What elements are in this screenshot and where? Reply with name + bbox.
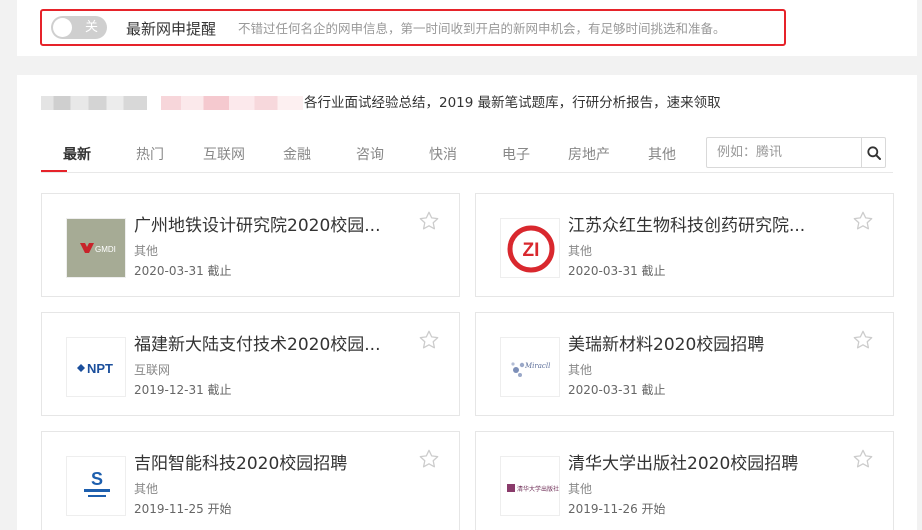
svg-text:NPT: NPT xyxy=(87,361,113,376)
company-card[interactable]: Miracll 美瑞新材料2020校园招聘 其他 2020-03-31 截止 xyxy=(475,312,894,416)
tab-real-estate[interactable]: 房地产 xyxy=(568,145,610,165)
search-input[interactable] xyxy=(707,138,861,167)
card-date: 2020-03-31 截止 xyxy=(134,264,232,278)
company-logo: ZI xyxy=(500,218,560,278)
tab-internet[interactable]: 互联网 xyxy=(203,145,245,165)
svg-text:清华大学出版社: 清华大学出版社 xyxy=(517,485,559,493)
zi-logo: ZI xyxy=(507,225,555,273)
toggle-knob xyxy=(53,18,72,37)
svg-text:Miracll: Miracll xyxy=(524,362,550,370)
card-category: 其他 xyxy=(134,244,159,258)
jiyang-logo: S xyxy=(84,469,110,497)
company-card[interactable]: S 吉阳智能科技2020校园招聘 其他 2019-11-25 开始 xyxy=(41,431,460,530)
blurred-text-gray xyxy=(41,96,147,110)
card-title[interactable]: 吉阳智能科技2020校园招聘 xyxy=(134,452,402,476)
banner-text: 各行业面试经验总结，2019 最新笔试题库，行研分析报告，速来领取 xyxy=(304,95,721,111)
card-category: 其他 xyxy=(568,363,593,377)
company-logo: NPT xyxy=(66,337,126,397)
company-card[interactable]: ZI 江苏众红生物科技创药研究院... 其他 2020-03-31 截止 xyxy=(475,193,894,297)
company-search xyxy=(706,137,886,168)
company-card[interactable]: 清华大学出版社 清华大学出版社2020校园招聘 其他 2019-11-26 开始 xyxy=(475,431,894,530)
search-button[interactable] xyxy=(861,138,886,167)
miracll-logo: Miracll xyxy=(511,362,550,377)
company-logo: S xyxy=(66,456,126,516)
main-panel: 各行业面试经验总结，2019 最新笔试题库，行研分析报告，速来领取 最新 热门 … xyxy=(17,75,917,530)
card-title[interactable]: 清华大学出版社2020校园招聘 xyxy=(568,452,836,476)
alert-description: 不错过任何名企的网申信息，第一时间收到开启的新网申机会，有足够时间挑选和准备。 xyxy=(238,21,726,36)
active-tab-underline xyxy=(41,170,67,172)
card-category: 其他 xyxy=(568,244,593,258)
card-date: 2020-03-31 截止 xyxy=(568,264,666,278)
card-category: 其他 xyxy=(568,482,593,496)
svg-text:ZI: ZI xyxy=(523,240,540,261)
npt-logo: NPT xyxy=(77,361,113,376)
tsinghua-press-logo: 清华大学出版社 xyxy=(507,484,559,493)
company-card[interactable]: GMDI 广州地铁设计研究院2020校园... 其他 2020-03-31 截止 xyxy=(41,193,460,297)
alert-title: 最新网申提醒 xyxy=(126,20,217,38)
toggle-label: 关 xyxy=(84,20,98,35)
card-title[interactable]: 美瑞新材料2020校园招聘 xyxy=(568,333,836,357)
blurred-text-pink xyxy=(161,96,303,110)
favorite-star-icon[interactable] xyxy=(418,210,440,232)
gmdi-logo: GMDI xyxy=(80,243,116,254)
card-title[interactable]: 福建新大陆支付技术2020校园... xyxy=(134,333,402,357)
card-title[interactable]: 江苏众红生物科技创药研究院... xyxy=(568,214,836,238)
favorite-star-icon[interactable] xyxy=(418,448,440,470)
tab-hot[interactable]: 热门 xyxy=(136,145,164,165)
tab-electronics[interactable]: 电子 xyxy=(502,145,530,165)
card-date: 2020-03-31 截止 xyxy=(568,383,666,397)
favorite-star-icon[interactable] xyxy=(852,448,874,470)
card-date: 2019-12-31 截止 xyxy=(134,383,232,397)
alert-toggle[interactable]: 关 xyxy=(51,16,107,39)
top-panel: 关 最新网申提醒 不错过任何名企的网申信息，第一时间收到开启的新网申机会，有足够… xyxy=(17,0,917,56)
favorite-star-icon[interactable] xyxy=(418,329,440,351)
company-logo: 清华大学出版社 xyxy=(500,456,560,516)
search-icon xyxy=(867,145,881,160)
tab-other[interactable]: 其他 xyxy=(648,145,676,165)
tab-latest[interactable]: 最新 xyxy=(63,145,91,165)
favorite-star-icon[interactable] xyxy=(852,210,874,232)
alert-highlight-box: 关 最新网申提醒 不错过任何名企的网申信息，第一时间收到开启的新网申机会，有足够… xyxy=(40,9,786,46)
card-category: 其他 xyxy=(134,482,159,496)
favorite-star-icon[interactable] xyxy=(852,329,874,351)
svg-text:S: S xyxy=(91,469,103,489)
card-date: 2019-11-26 开始 xyxy=(568,502,666,516)
card-title[interactable]: 广州地铁设计研究院2020校园... xyxy=(134,214,402,238)
svg-text:GMDI: GMDI xyxy=(95,245,116,254)
card-category: 互联网 xyxy=(134,363,171,377)
tab-consulting[interactable]: 咨询 xyxy=(356,145,384,165)
tab-finance[interactable]: 金融 xyxy=(283,145,311,165)
company-logo: Miracll xyxy=(500,337,560,397)
company-card[interactable]: NPT 福建新大陆支付技术2020校园... 互联网 2019-12-31 截止 xyxy=(41,312,460,416)
card-date: 2019-11-25 开始 xyxy=(134,502,232,516)
company-logo: GMDI xyxy=(66,218,126,278)
tab-fmcg[interactable]: 快消 xyxy=(429,145,457,165)
